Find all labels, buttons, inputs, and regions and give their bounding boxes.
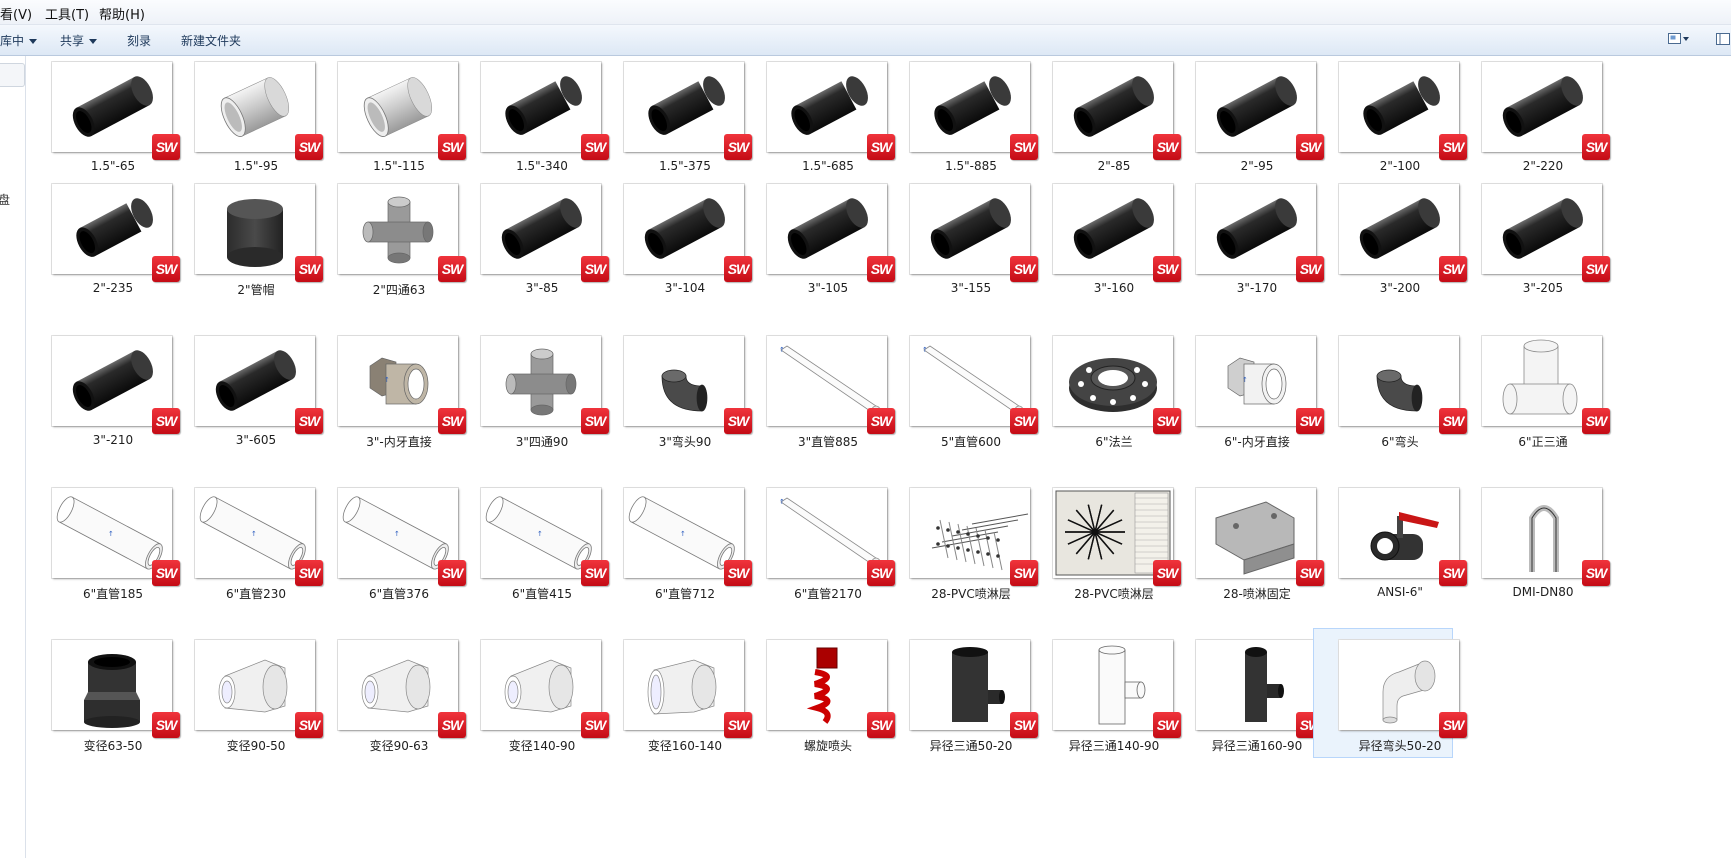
file-item[interactable]: SW 变径90-50 [169, 628, 323, 758]
file-item[interactable]: SW 2"-85 [1027, 56, 1181, 180]
file-item[interactable]: SW 3"-105 [741, 172, 895, 302]
svg-text:↑: ↑ [779, 346, 785, 354]
share-button[interactable]: 共享 [60, 32, 98, 49]
file-item[interactable]: SW 3"-104 [598, 172, 752, 302]
file-item[interactable]: ↑ SW 6"直管185 [26, 476, 180, 606]
svg-text:↑: ↑ [922, 346, 928, 354]
file-name-label[interactable]: 3"-205 [1456, 281, 1630, 295]
file-name-label[interactable]: 2"-220 [1456, 159, 1630, 173]
preview-pane-icon[interactable] [1716, 32, 1731, 46]
navigation-pane[interactable]: 盘 [0, 56, 26, 858]
file-item[interactable]: ↑ SW 6"直管376 [312, 476, 466, 606]
file-name-label[interactable]: 异径弯头50-20 [1313, 737, 1487, 754]
file-item[interactable]: SW 6"弯头 [1313, 324, 1467, 454]
file-item[interactable]: ↑ SW 3"直管885 [741, 324, 895, 454]
file-item[interactable]: ↑ SW 6"直管2170 [741, 476, 895, 606]
file-item[interactable]: SW 3"-85 [455, 172, 609, 302]
file-item[interactable]: SW 变径140-90 [455, 628, 609, 758]
file-item[interactable]: SW 1.5"-340 [455, 56, 609, 180]
menu-tools[interactable]: 工具(T) [45, 4, 89, 23]
file-item[interactable]: SW 1.5"-685 [741, 56, 895, 180]
file-item[interactable]: SW 2"-220 [1456, 56, 1610, 180]
file-item[interactable]: ↑ SW 6"直管230 [169, 476, 323, 606]
file-item[interactable]: SW 6"正三通 [1456, 324, 1610, 454]
file-item[interactable]: SW ANSI-6" [1313, 476, 1467, 606]
file-item[interactable]: SW 异径三通140-90 [1027, 628, 1181, 758]
file-item[interactable]: SW 3"-205 [1456, 172, 1610, 302]
file-item[interactable]: ↑ SW 5"直管600 [884, 324, 1038, 454]
file-item[interactable]: SW 螺旋喷头 [741, 628, 895, 758]
svg-text:↑: ↑ [680, 530, 686, 538]
include-in-library-label: 库中 [0, 34, 25, 48]
file-item[interactable]: SW 3"-210 [26, 324, 180, 454]
new-folder-button[interactable]: 新建文件夹 [181, 32, 241, 49]
file-item[interactable]: SW 1.5"-65 [26, 56, 180, 180]
solidworks-badge-icon: SW [1582, 256, 1610, 282]
burn-button[interactable]: 刻录 [127, 32, 151, 49]
file-name-label[interactable]: 6"正三通 [1456, 433, 1630, 450]
svg-text:↑: ↑ [394, 530, 400, 538]
file-item[interactable]: SW 28-PVC喷淋层 [884, 476, 1038, 606]
share-label: 共享 [60, 34, 85, 48]
file-item[interactable]: ↑ SW 3"-内牙直接 [312, 324, 466, 454]
file-item[interactable]: SW 1.5"-95 [169, 56, 323, 180]
file-item[interactable]: SW 变径63-50 [26, 628, 180, 758]
svg-text:↑: ↑ [251, 530, 257, 538]
nav-item-label[interactable]: 盘 [0, 191, 10, 208]
file-item[interactable]: SW 1.5"-115 [312, 56, 466, 180]
svg-text:↑: ↑ [108, 530, 114, 538]
chevron-down-icon [89, 39, 98, 44]
menu-view[interactable]: 看(V) [0, 4, 32, 23]
svg-text:↑: ↑ [1242, 376, 1248, 384]
solidworks-badge-icon: SW [1582, 408, 1610, 434]
solidworks-badge-icon: SW [1582, 134, 1610, 160]
file-item[interactable]: SW DMI-DN80 [1456, 476, 1610, 606]
file-item[interactable]: SW 3"四通90 [455, 324, 609, 454]
svg-text:↑: ↑ [384, 376, 390, 384]
file-item[interactable]: SW 异径弯头50-20 [1313, 628, 1467, 758]
solidworks-badge-icon: SW [1439, 712, 1467, 738]
file-item[interactable]: SW 异径三通50-20 [884, 628, 1038, 758]
solidworks-badge-icon: SW [1582, 560, 1610, 586]
file-item[interactable]: SW 变径90-63 [312, 628, 466, 758]
file-item[interactable]: SW 异径三通160-90 [1170, 628, 1324, 758]
file-item[interactable]: SW 28-喷淋固定 [1170, 476, 1324, 606]
change-view-icon[interactable] [1668, 32, 1689, 46]
file-item[interactable]: ↑ SW 6"直管712 [598, 476, 752, 606]
file-item[interactable]: SW 6"法兰 [1027, 324, 1181, 454]
file-item[interactable]: SW 3"-160 [1027, 172, 1181, 302]
file-item[interactable]: SW 变径160-140 [598, 628, 752, 758]
nav-selected-item[interactable] [0, 63, 25, 87]
svg-text:↑: ↑ [537, 530, 543, 538]
file-item[interactable]: SW 2"-100 [1313, 56, 1467, 180]
chevron-down-icon [29, 39, 38, 44]
file-item[interactable]: SW 3"-605 [169, 324, 323, 454]
menu-help[interactable]: 帮助(H) [99, 4, 145, 23]
file-item[interactable]: SW 2"四通63 [312, 172, 466, 302]
file-grid[interactable]: SW 1.5"-65 SW 1.5"-95 SW 1.5"-115 SW 1.5"-34… [26, 56, 1731, 858]
file-item[interactable]: SW 3"-170 [1170, 172, 1324, 302]
file-item[interactable]: SW 1.5"-885 [884, 56, 1038, 180]
file-item[interactable]: SW 28-PVC喷淋层 [1027, 476, 1181, 606]
file-item[interactable]: SW 2"-95 [1170, 56, 1324, 180]
file-name-label[interactable]: DMI-DN80 [1456, 585, 1630, 599]
file-item[interactable]: SW 3"弯头90 [598, 324, 752, 454]
file-item[interactable]: SW 2"-235 [26, 172, 180, 302]
file-item[interactable]: SW 2"管帽 [169, 172, 323, 302]
svg-text:↑: ↑ [779, 498, 785, 506]
command-toolbar: 库中 共享 刻录 新建文件夹 [0, 25, 1731, 56]
file-item[interactable]: ↑ SW 6"直管415 [455, 476, 609, 606]
menu-bar: 看(V) 工具(T) 帮助(H) [0, 0, 1731, 25]
file-item[interactable]: SW 1.5"-375 [598, 56, 752, 180]
file-item[interactable]: ↑ SW 6"-内牙直接 [1170, 324, 1324, 454]
include-in-library-button[interactable]: 库中 [0, 32, 38, 49]
file-item[interactable]: SW 3"-200 [1313, 172, 1467, 302]
file-item[interactable]: SW 3"-155 [884, 172, 1038, 302]
